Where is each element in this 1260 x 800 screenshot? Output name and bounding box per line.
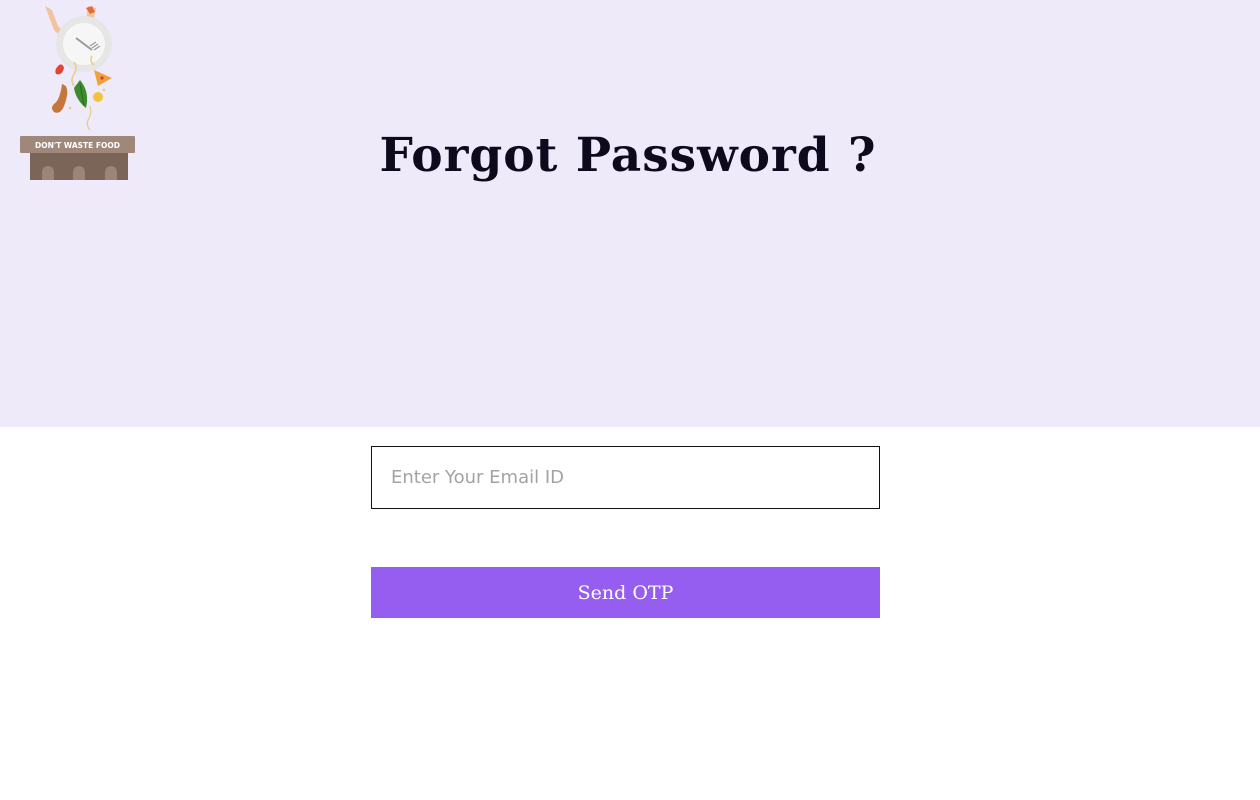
forgot-password-page: DON'T WASTE FOOD Forgot Password ? Send …: [0, 0, 1260, 800]
hero-banner: DON'T WASTE FOOD Forgot Password ?: [0, 0, 1260, 427]
page-title: Forgot Password ?: [379, 128, 877, 183]
send-otp-button[interactable]: Send OTP: [371, 567, 880, 618]
sausage-icon: [52, 84, 68, 113]
tomato-icon: [55, 64, 64, 75]
lettuce-icon: [74, 80, 88, 108]
email-input[interactable]: [371, 446, 880, 509]
pineapple-icon: [93, 92, 103, 102]
